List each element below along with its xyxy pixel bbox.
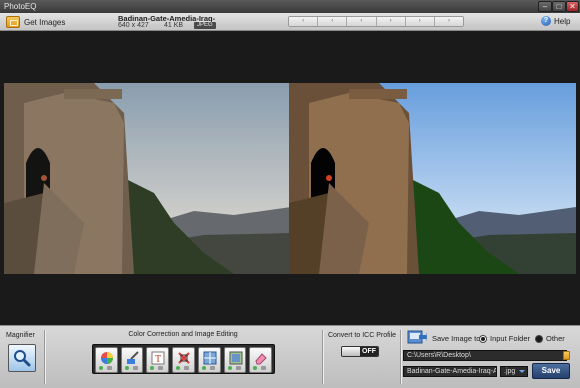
editing-tools: T	[92, 344, 275, 374]
nav-button-2[interactable]: ‹	[318, 17, 348, 26]
tool-color-correction[interactable]	[95, 347, 118, 373]
tool-text[interactable]: T	[146, 347, 170, 373]
radio-other[interactable]: Other	[535, 334, 565, 343]
format-value: .jpg	[504, 368, 516, 375]
help-label: Help	[554, 16, 571, 26]
save-button[interactable]: Save	[532, 363, 570, 379]
icc-state: OFF	[360, 347, 378, 356]
photoeq-window: PhotoEQ – □ ✕ Get Images Badinan-Gate-Am…	[0, 0, 580, 388]
help-button[interactable]: ? Help	[541, 16, 570, 26]
file-size: 41 KB	[164, 22, 184, 29]
minimize-button[interactable]: –	[538, 1, 552, 12]
nav-button-5[interactable]: ›	[405, 17, 435, 26]
format-select[interactable]: .jpg	[500, 366, 528, 377]
file-info: Badinan-Gate-Amedia-Iraq- 640 x 427 41 K…	[116, 14, 234, 30]
castle-photo-original	[4, 83, 291, 274]
tool-eraser[interactable]	[249, 347, 273, 373]
svg-text:T: T	[155, 354, 161, 365]
magnifier-button[interactable]	[8, 344, 36, 372]
original-image[interactable]	[4, 83, 291, 274]
corrected-image[interactable]	[289, 83, 576, 274]
crop-icon	[178, 352, 190, 364]
help-icon: ?	[541, 16, 551, 26]
close-button[interactable]: ✕	[566, 1, 579, 12]
toolbar: Get Images Badinan-Gate-Amedia-Iraq- 640…	[0, 13, 580, 31]
toggle-knob	[342, 347, 360, 356]
chevron-down-icon	[519, 370, 525, 373]
tool-brush[interactable]	[120, 347, 144, 373]
divider	[400, 330, 401, 384]
tool-resize[interactable]	[197, 347, 221, 373]
radio-indicator	[535, 334, 543, 343]
file-dimensions: 640 x 427	[118, 22, 149, 29]
get-images-button[interactable]: Get Images	[6, 15, 65, 29]
eraser-icon	[255, 353, 268, 365]
color-correction-label: Color Correction and Image Editing	[128, 331, 238, 338]
image-navigation: ‹ ‹ ‹ › › ›	[288, 16, 464, 27]
get-images-label: Get Images	[24, 17, 66, 27]
icc-profile-toggle[interactable]: OFF	[341, 346, 379, 357]
brush-icon	[126, 351, 139, 364]
maximize-button[interactable]: □	[552, 1, 566, 12]
file-format-badge: JPEG	[194, 22, 216, 29]
title-bar: PhotoEQ – □ ✕	[0, 0, 580, 13]
resize-icon	[203, 351, 217, 365]
radio-label: Other	[546, 334, 565, 343]
icc-profile-label: Convert to ICC Profile	[327, 332, 397, 339]
divider	[322, 330, 323, 384]
image-viewer	[0, 32, 580, 325]
browse-folder-icon[interactable]	[563, 351, 570, 360]
nav-button-1[interactable]: ‹	[289, 17, 319, 26]
frame-icon	[229, 351, 243, 365]
save-to-label: Save Image to	[432, 334, 481, 343]
radio-indicator	[479, 334, 487, 343]
radio-label: Input Folder	[490, 334, 531, 343]
divider	[44, 330, 45, 384]
nav-button-3[interactable]: ‹	[347, 17, 377, 26]
save-image-icon	[407, 330, 427, 344]
tool-crop[interactable]	[172, 347, 195, 373]
magnifier-icon	[14, 350, 31, 367]
nav-button-4[interactable]: ›	[376, 17, 406, 26]
output-name-field[interactable]: Badinan-Gate-Amedia-Iraq-Au	[403, 366, 497, 377]
color-wheel-icon	[101, 352, 113, 364]
magnifier-label: Magnifier	[6, 332, 35, 339]
app-title: PhotoEQ	[4, 2, 37, 11]
control-panel: Magnifier Color Correction and Image Edi…	[0, 325, 580, 388]
folder-icon	[6, 16, 20, 28]
tool-frame[interactable]	[223, 347, 247, 373]
text-icon: T	[151, 351, 165, 365]
output-path-field[interactable]: C:\Users\R\Desktop\	[403, 350, 567, 361]
radio-input-folder[interactable]: Input Folder	[479, 334, 530, 343]
nav-button-6[interactable]: ›	[434, 17, 463, 26]
castle-photo-corrected	[289, 83, 576, 274]
